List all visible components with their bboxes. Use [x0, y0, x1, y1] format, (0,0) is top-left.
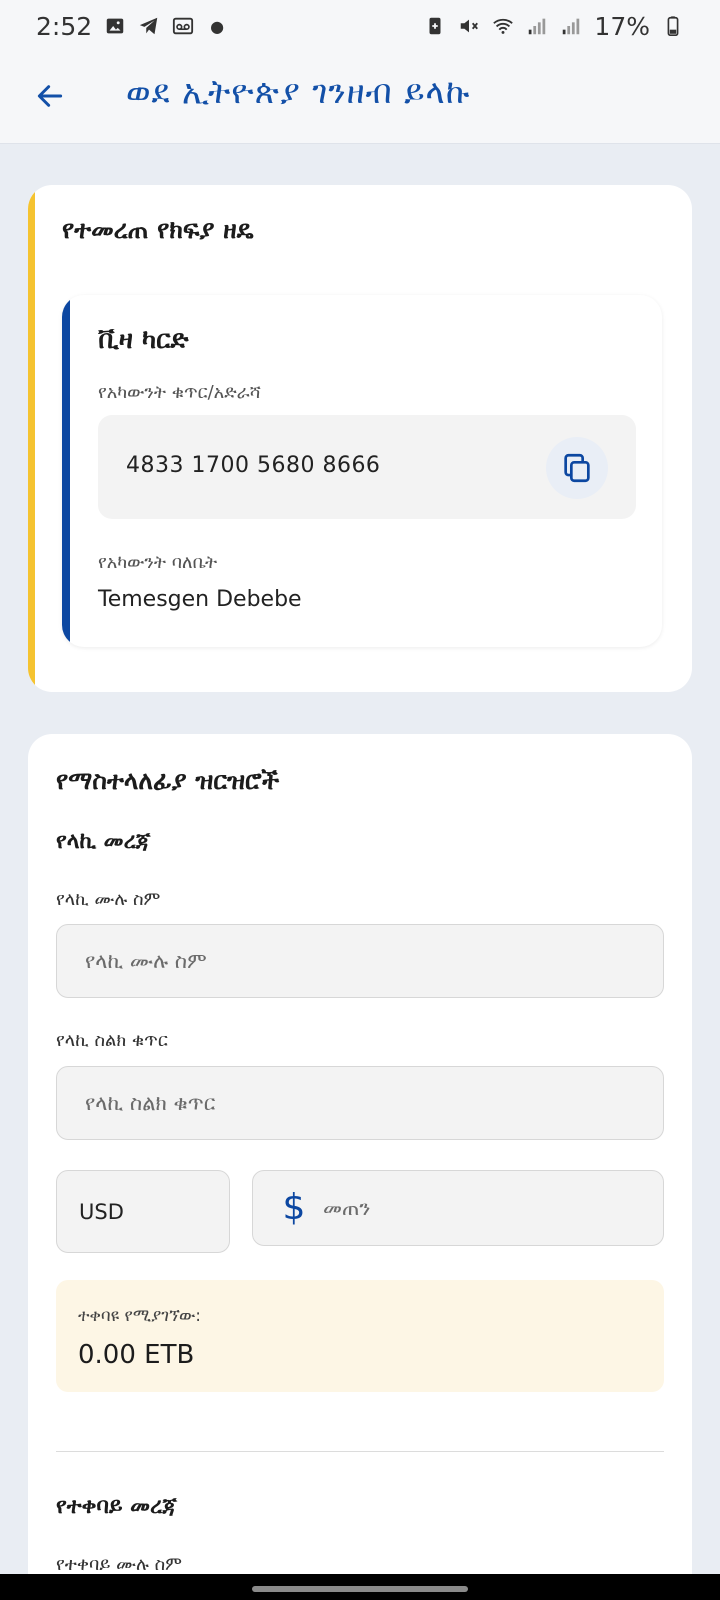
voicemail-icon — [172, 15, 194, 37]
sender-name-label: የላኪ ሙሉ ስም — [56, 889, 161, 910]
divider — [56, 1451, 664, 1452]
mute-icon — [458, 15, 480, 37]
receive-amount-value: 0.00 ETB — [78, 1340, 195, 1370]
amount-input[interactable] — [323, 1171, 653, 1245]
method-name: ቪዛ ካርድ — [98, 325, 189, 355]
sender-info-title: የላኪ መረጃ — [56, 829, 151, 854]
sender-phone-label: የላኪ ስልክ ቁጥር — [56, 1030, 168, 1051]
system-nav-bar — [0, 1574, 720, 1600]
sender-phone-input[interactable] — [56, 1066, 664, 1140]
copy-button[interactable] — [546, 437, 608, 499]
wifi-icon — [492, 15, 514, 37]
account-owner-label: የአካውንት ባለቤት — [98, 552, 218, 573]
battery-percent: 17% — [594, 11, 650, 41]
home-gesture-handle[interactable] — [252, 1586, 468, 1592]
account-owner-name: Temesgen Debebe — [98, 587, 302, 612]
account-number-value: 4833 1700 5680 8666 — [126, 453, 381, 478]
status-bar: 2:52 ● 17% — [0, 0, 720, 52]
currency-value: USD — [79, 1199, 124, 1224]
battery-icon — [662, 15, 684, 37]
telegram-icon — [138, 15, 160, 37]
page-title: ወደ ኢትዮጵያ ገንዘብ ይላኩ — [126, 72, 471, 111]
notification-dot-icon: ● — [210, 16, 225, 36]
payment-method-card: የተመረጠ የክፍያ ዘዴ ቪዛ ካርድ የአካውንት ቁጥር/አድራሻ 483… — [28, 185, 692, 692]
transfer-details-title: የማስተላለፊያ ዝርዝሮች — [56, 766, 280, 795]
copy-icon — [564, 453, 590, 483]
receive-amount-box: ተቀባዩ የሚያገኘው: 0.00 ETB — [56, 1280, 664, 1392]
signal-icon — [526, 15, 548, 37]
arrow-left-icon — [37, 85, 63, 107]
sender-name-input[interactable] — [56, 924, 664, 998]
method-details-box: ቪዛ ካርድ የአካውንት ቁጥር/አድራሻ 4833 1700 5680 86… — [62, 295, 662, 647]
receiver-info-title: የተቀባይ መረጃ — [56, 1494, 177, 1519]
amount-field[interactable]: $ — [252, 1170, 664, 1246]
account-number-label: የአካውንት ቁጥር/አድራሻ — [98, 382, 261, 403]
receive-amount-label: ተቀባዩ የሚያገኘው: — [78, 1306, 202, 1326]
image-icon — [104, 15, 126, 37]
battery-saver-icon — [424, 15, 446, 37]
status-time: 2:52 — [36, 11, 93, 41]
status-left: 2:52 ● — [36, 12, 224, 41]
transfer-details-card: የማስተላለፊያ ዝርዝሮች የላኪ መረጃ የላኪ ሙሉ ስም የላኪ ስልክ… — [28, 734, 692, 1600]
account-number-field: 4833 1700 5680 8666 — [98, 415, 636, 519]
signal-icon — [560, 15, 582, 37]
dollar-icon: $ — [282, 1186, 306, 1228]
status-right: 17% — [424, 12, 684, 41]
currency-select[interactable]: USD — [56, 1170, 230, 1253]
app-bar: ወደ ኢትዮጵያ ገንዘብ ይላኩ — [0, 52, 720, 144]
receiver-name-label: የተቀባይ ሙሉ ስም — [56, 1554, 182, 1575]
payment-method-title: የተመረጠ የክፍያ ዘዴ — [62, 215, 254, 244]
back-button[interactable] — [28, 74, 72, 118]
